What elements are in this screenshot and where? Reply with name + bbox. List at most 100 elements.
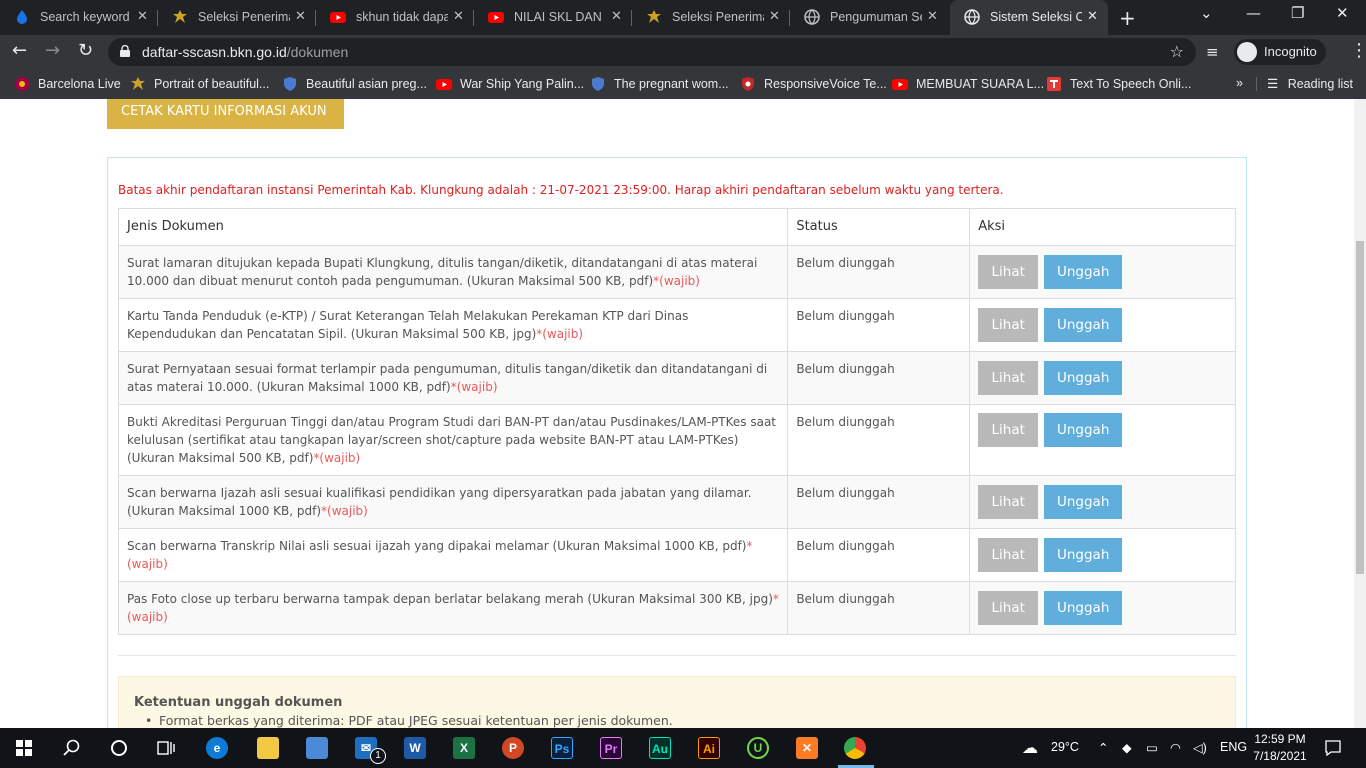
notification-icon[interactable] — [1325, 740, 1341, 756]
tab-sistem-seleksi[interactable]: Sistem Seleksi CA ✕ — [950, 0, 1108, 35]
page-content: CETAK KARTU INFORMASI AKUN Batas akhir p… — [0, 99, 1366, 728]
unggah-button[interactable]: Unggah — [1044, 538, 1123, 572]
page-scrollbar[interactable] — [1354, 99, 1366, 728]
premiere-icon[interactable]: Pr — [600, 737, 622, 759]
new-tab-button[interactable]: + — [1119, 6, 1136, 30]
unggah-button[interactable]: Unggah — [1044, 308, 1123, 342]
lihat-button[interactable]: Lihat — [978, 485, 1039, 519]
excel-icon[interactable]: X — [453, 737, 475, 759]
required-mark: *(wajib) — [450, 380, 498, 394]
close-tab-icon[interactable]: ✕ — [453, 8, 464, 24]
address-bar[interactable]: daftar-sscasn.bkn.go.id/dokumen ☆ — [108, 38, 1196, 66]
lihat-button[interactable]: Lihat — [978, 361, 1039, 395]
minimize-icon[interactable]: — — [1246, 4, 1261, 22]
document-name: Surat lamaran ditujukan kepada Bupati Kl… — [117, 245, 789, 299]
weather-temp[interactable]: 29°C — [1051, 740, 1079, 754]
unggah-button[interactable]: Unggah — [1044, 255, 1123, 289]
bookmarks-bar: Barcelona Live Portrait of beautiful... … — [0, 69, 1366, 99]
unggah-button[interactable]: Unggah — [1044, 591, 1123, 625]
globe-icon — [804, 9, 820, 25]
unggah-button[interactable]: Unggah — [1044, 485, 1123, 519]
divider — [118, 655, 1236, 656]
file-explorer-icon[interactable] — [257, 737, 279, 759]
show-hidden-icons[interactable]: ⌃ — [1098, 740, 1108, 755]
powerpoint-icon[interactable]: P — [502, 737, 524, 759]
header-jenis-dokumen: Jenis Dokumen — [117, 208, 789, 246]
restore-icon[interactable]: ❐ — [1291, 4, 1304, 22]
incognito-indicator[interactable]: Incognito — [1234, 39, 1326, 65]
header-aksi: Aksi — [969, 208, 1236, 246]
tab-skhun[interactable]: skhun tidak dapat ✕ — [316, 0, 474, 35]
windows-start-icon[interactable] — [16, 740, 32, 756]
document-status: Belum diunggah — [787, 351, 971, 405]
audition-icon[interactable]: Au — [649, 737, 671, 759]
bookmark-star-icon[interactable]: ☆ — [1170, 42, 1184, 61]
task-view-icon[interactable] — [157, 739, 175, 757]
globe-icon — [964, 9, 980, 25]
tab-nilai-skl[interactable]: NILAI SKL DAN IJ ✕ — [474, 0, 632, 35]
search-icon[interactable] — [63, 739, 81, 757]
media-control-icon[interactable]: ≡ — [1206, 43, 1219, 61]
bookmark-label: War Ship Yang Palin... — [460, 77, 585, 91]
unggah-button[interactable]: Unggah — [1044, 361, 1123, 395]
taskbar: e ✉ 1 W X P Ps Pr Au Ai U ✕ ☁ 29°C ⌃ ◆ ▭… — [0, 728, 1366, 768]
xampp-icon[interactable]: ✕ — [796, 737, 818, 759]
shield-icon — [592, 77, 604, 91]
back-icon[interactable]: ← — [12, 40, 27, 61]
close-tab-icon[interactable]: ✕ — [295, 8, 306, 24]
document-actions: Lihat Unggah — [969, 298, 1236, 352]
reload-icon[interactable]: ↻ — [78, 40, 93, 61]
battery-icon[interactable]: ▭ — [1146, 740, 1158, 755]
upload-rules-title: Ketentuan unggah dokumen — [134, 695, 343, 710]
cetak-kartu-button[interactable]: CETAK KARTU INFORMASI AKUN — [107, 99, 344, 129]
scrollbar-thumb[interactable] — [1356, 241, 1364, 574]
store-icon[interactable] — [306, 737, 328, 759]
tab-seleksi-2[interactable]: Seleksi Penerimaa ✕ — [632, 0, 790, 35]
url-host: daftar-sscasn.bkn.go.id — [142, 44, 287, 60]
weather-icon[interactable]: ☁ — [1022, 738, 1038, 758]
youtube-icon — [330, 12, 346, 23]
tab-title: NILAI SKL DAN IJ — [514, 10, 606, 24]
illustrator-icon[interactable]: Ai — [698, 737, 720, 759]
document-text: Surat Pernyataan sesuai format terlampir… — [127, 362, 768, 394]
close-tab-icon[interactable]: ✕ — [927, 8, 938, 24]
more-bookmarks-icon[interactable]: » — [1236, 76, 1243, 92]
lihat-button[interactable]: Lihat — [978, 308, 1039, 342]
tab-title: Seleksi Penerimaa — [672, 10, 764, 24]
clock[interactable]: 12:59 PM 7/18/2021 — [1252, 731, 1308, 765]
language-indicator[interactable]: ENG — [1220, 740, 1247, 754]
close-window-icon[interactable]: ✕ — [1336, 4, 1349, 22]
wifi-icon[interactable]: ◠ — [1170, 740, 1181, 755]
document-status: Belum diunggah — [787, 245, 971, 299]
tab-search-icon[interactable]: ⌄ — [1200, 4, 1213, 22]
upwork-icon[interactable]: U — [747, 737, 769, 759]
fcb-icon — [15, 77, 29, 91]
cortana-icon[interactable] — [110, 739, 128, 757]
document-actions: Lihat Unggah — [969, 581, 1236, 635]
close-tab-icon[interactable]: ✕ — [611, 8, 622, 24]
close-tab-icon[interactable]: ✕ — [137, 8, 148, 24]
reading-list-button[interactable]: ☰ Reading list — [1267, 76, 1353, 91]
close-tab-icon[interactable]: ✕ — [769, 8, 780, 24]
lihat-button[interactable]: Lihat — [978, 538, 1039, 572]
document-actions: Lihat Unggah — [969, 475, 1236, 529]
edge-icon[interactable]: e — [206, 737, 228, 759]
lihat-button[interactable]: Lihat — [978, 255, 1039, 289]
security-icon[interactable]: ◆ — [1122, 740, 1132, 755]
tab-title: Seleksi Penerimaa — [198, 10, 290, 24]
chrome-icon[interactable] — [844, 737, 866, 759]
forward-icon[interactable]: → — [45, 40, 60, 61]
upload-rules-box: Ketentuan unggah dokumen Format berkas y… — [118, 676, 1236, 728]
lihat-button[interactable]: Lihat — [978, 591, 1039, 625]
menu-icon[interactable]: ⋮ — [1350, 40, 1366, 61]
tab-seleksi-1[interactable]: Seleksi Penerimaa ✕ — [158, 0, 316, 35]
clock-time: 12:59 PM — [1254, 732, 1306, 746]
tab-pengumuman[interactable]: Pengumuman Sel ✕ — [790, 0, 948, 35]
lihat-button[interactable]: Lihat — [978, 413, 1039, 447]
close-tab-icon[interactable]: ✕ — [1087, 8, 1098, 24]
word-icon[interactable]: W — [404, 737, 426, 759]
photoshop-icon[interactable]: Ps — [551, 737, 573, 759]
unggah-button[interactable]: Unggah — [1044, 413, 1123, 447]
tab-search-keyword[interactable]: Search keyword c ✕ — [0, 0, 158, 35]
volume-icon[interactable]: ◁) — [1193, 740, 1207, 755]
